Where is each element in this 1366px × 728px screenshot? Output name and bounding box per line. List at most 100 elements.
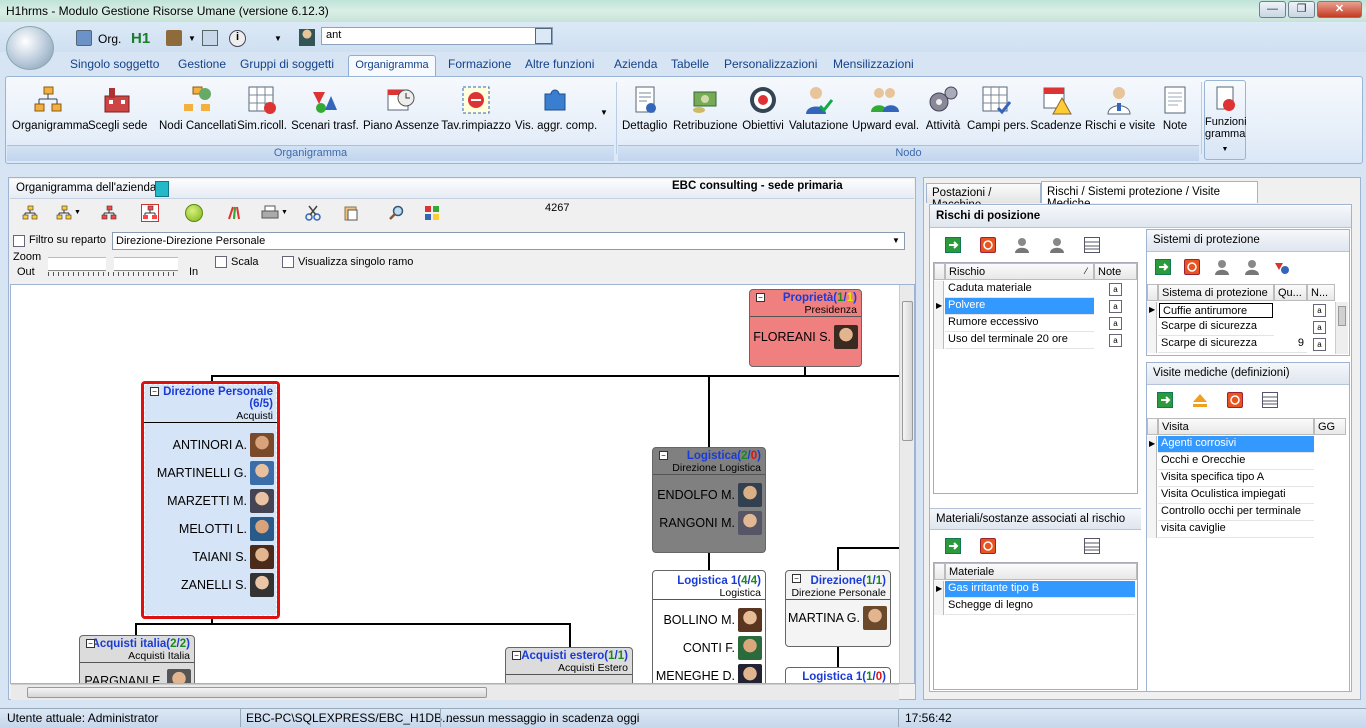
orgchart-canvas[interactable]: − Proprietà(1/1) Presidenza FLOREANI S. … — [10, 284, 915, 684]
reparto-select[interactable]: Direzione-Direzione Personale — [112, 232, 905, 250]
print-icon[interactable] — [261, 205, 279, 221]
person-row[interactable]: PARGNANI E. — [80, 667, 194, 683]
person-row[interactable]: MARTINELLI G. — [144, 459, 277, 487]
person-icon[interactable] — [1014, 237, 1030, 253]
node-direzione[interactable]: − Direzione(1/1) Direzione Personale MAR… — [785, 570, 891, 647]
puzzle-color-icon[interactable] — [424, 205, 440, 221]
vertical-scroll-thumb[interactable] — [902, 301, 913, 441]
person-row[interactable]: BOLLINO M. — [653, 606, 765, 634]
visita-row[interactable]: Occhi e Orecchie — [1158, 453, 1314, 470]
note-button[interactable]: Note — [1158, 84, 1192, 132]
person-icon[interactable] — [1049, 237, 1065, 253]
scala-checkbox[interactable] — [215, 256, 227, 268]
orgchart-tree-icon[interactable] — [101, 205, 117, 221]
orgchart-framed-icon[interactable] — [141, 204, 159, 222]
close-button[interactable]: ✕ — [1317, 1, 1362, 18]
materiale-row-selected[interactable]: Gas irritante tipo B — [945, 581, 1135, 598]
col-gg[interactable]: GG — [1314, 418, 1346, 435]
node-acquisti-estero[interactable]: − Acquisti estero(1/1) Acquisti Estero — [505, 647, 633, 683]
paste-icon[interactable] — [343, 205, 359, 221]
person-row[interactable]: CONTI F. — [653, 634, 765, 662]
org-label[interactable]: Org. — [98, 32, 121, 46]
delete-icon[interactable] — [980, 237, 996, 253]
note-icon[interactable]: a — [1109, 317, 1122, 330]
rischio-row[interactable]: Caduta materiale — [945, 281, 1094, 298]
piano-assenze-button[interactable]: Piano Assenze — [363, 84, 439, 132]
table-icon[interactable] — [1084, 538, 1100, 554]
visita-row[interactable]: Visita specifica tipo A — [1158, 470, 1314, 487]
note-icon[interactable]: a — [1109, 300, 1122, 313]
vertical-scrollbar[interactable] — [899, 285, 914, 683]
obiettivi-button[interactable]: Obiettivi — [741, 84, 785, 132]
scroll-thumb[interactable] — [1338, 306, 1346, 326]
visita-row[interactable]: Controllo occhi per terminale — [1158, 504, 1314, 521]
nodi-cancellati-button[interactable]: Nodi Cancellati — [159, 84, 236, 132]
person-row[interactable]: MARTINA G. — [786, 604, 890, 632]
dettaglio-button[interactable]: Dettaglio — [622, 84, 667, 132]
customize-icon[interactable]: ▼ — [274, 34, 282, 43]
node-logistica-1b[interactable]: Logistica 1(1/0) — [785, 667, 891, 683]
cut-icon[interactable] — [305, 205, 321, 221]
person-row[interactable]: FLOREANI S. — [750, 323, 861, 351]
tab-formazione[interactable]: Formazione — [448, 57, 511, 71]
tab-organigramma[interactable]: Organigramma — [348, 55, 436, 77]
add-arrow-icon[interactable] — [945, 538, 961, 554]
col-rischio[interactable]: Rischio ⁄ — [945, 263, 1094, 280]
upward-eval-button[interactable]: Upward eval. — [852, 84, 919, 132]
zoom-slider-right[interactable] — [114, 257, 178, 271]
sistema-row-focused[interactable]: Cuffie antirumore — [1159, 303, 1273, 318]
note-icon[interactable]: a — [1313, 338, 1326, 351]
collapse-icon[interactable]: − — [756, 293, 765, 302]
tab-gruppi-di-soggetti[interactable]: Gruppi di soggetti — [240, 57, 334, 71]
col-visita[interactable]: Visita — [1158, 418, 1314, 435]
dropdown-icon[interactable]: ▼ — [74, 209, 81, 216]
orgchart-small-icon[interactable] — [22, 205, 38, 221]
visita-row[interactable]: visita caviglie — [1158, 521, 1314, 538]
singolo-ramo-checkbox[interactable] — [282, 256, 294, 268]
attivita-button[interactable]: Attività — [922, 84, 964, 132]
person-row[interactable]: RANGONI M. — [653, 509, 765, 537]
sistema-quantita[interactable]: 9 — [1274, 336, 1307, 353]
horizontal-scrollbar[interactable] — [11, 684, 899, 700]
person-icon[interactable] — [1244, 259, 1260, 275]
tab-singolo-soggetto[interactable]: Singolo soggetto — [70, 57, 159, 71]
rischio-row[interactable]: Uso del terminale 20 ore — [945, 332, 1094, 349]
pin-icon[interactable] — [155, 181, 169, 197]
search-icon[interactable] — [535, 28, 552, 44]
horizontal-scroll-thumb[interactable] — [27, 687, 487, 698]
restore-button[interactable]: ❐ — [1288, 1, 1315, 18]
person-row[interactable]: ENDOLFO M. — [653, 481, 765, 509]
col-note[interactable]: Note — [1094, 263, 1137, 280]
info-icon[interactable]: i — [229, 30, 246, 47]
col-note[interactable]: N... — [1307, 284, 1335, 301]
person-icon[interactable] — [1214, 259, 1230, 275]
note-icon[interactable]: a — [1109, 334, 1122, 347]
person-row[interactable]: MENEGHE D. — [653, 662, 765, 683]
table-icon[interactable] — [1262, 392, 1278, 408]
node-proprieta[interactable]: − Proprietà(1/1) Presidenza FLOREANI S. — [749, 289, 862, 367]
add-arrow-icon[interactable] — [945, 237, 961, 253]
sistema-row[interactable]: Scarpe di sicurezza — [1158, 336, 1274, 353]
tab-postazioni-macchine[interactable]: Postazioni / Macchine — [926, 183, 1041, 211]
dropdown-icon[interactable]: ▼ — [281, 209, 288, 216]
rischio-row[interactable]: Rumore eccessivo — [945, 315, 1094, 332]
tav-rimpiazzo-button[interactable]: Tav.rimpiazzo — [441, 84, 511, 132]
node-logistica[interactable]: − Logistica(2/0) Direzione Logistica END… — [652, 447, 766, 553]
tab-altre-funzioni[interactable]: Altre funzioni — [525, 57, 594, 71]
add-arrow-icon[interactable] — [1155, 259, 1171, 275]
tab-tabelle[interactable]: Tabelle — [671, 57, 709, 71]
sistema-row[interactable]: Scarpe di sicurezza — [1158, 319, 1274, 336]
sim-ricoll-button[interactable]: Sim.ricoll. — [237, 84, 287, 132]
refresh-icon[interactable] — [185, 204, 203, 222]
tab-mensilizzazioni[interactable]: Mensilizzazioni — [833, 57, 914, 71]
filtro-reparto-checkbox[interactable] — [13, 235, 25, 247]
search-icon[interactable] — [388, 205, 404, 221]
campi-pers-button[interactable]: Campi pers. — [967, 84, 1029, 132]
retribuzione-button[interactable]: Retribuzione — [673, 84, 738, 132]
scadenze-button[interactable]: Scadenze — [1030, 84, 1082, 132]
search-input[interactable]: ant — [321, 27, 553, 45]
node-logistica-1[interactable]: Logistica 1(4/4) Logistica BOLLINO M. CO… — [652, 570, 766, 683]
pencils-icon[interactable] — [226, 205, 242, 221]
minimize-button[interactable]: — — [1259, 1, 1286, 18]
funzioni-gramma-button[interactable]: Funzioni grammа ▼ — [1204, 80, 1247, 160]
